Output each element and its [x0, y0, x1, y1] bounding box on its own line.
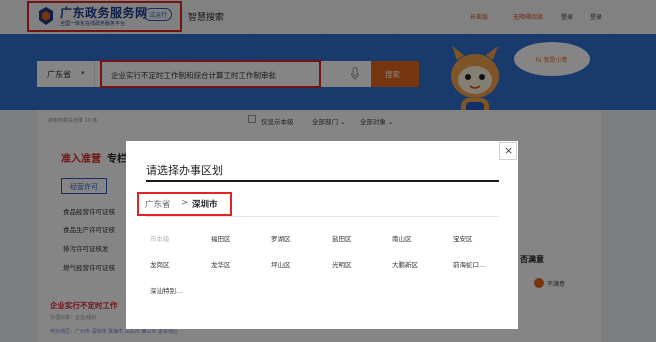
district-option[interactable]: 罗湖区 [271, 233, 291, 243]
close-button[interactable]: × [499, 142, 517, 160]
title-divider [146, 180, 499, 182]
district-option[interactable]: 光明区 [332, 259, 352, 269]
district-option[interactable]: 前海蛇口... [453, 259, 485, 269]
district-option[interactable]: 坪山区 [271, 259, 291, 269]
district-option[interactable]: 盐田区 [332, 233, 352, 243]
district-option[interactable]: 深汕特别... [150, 285, 182, 295]
close-icon: × [504, 144, 514, 157]
district-option-city-level: 市本级 [150, 235, 170, 243]
district-option[interactable]: 福田区 [211, 233, 231, 243]
district-option[interactable]: 大鹏新区 [392, 259, 418, 269]
chevron-right-icon: > [181, 198, 189, 208]
district-option[interactable]: 龙岗区 [150, 259, 170, 269]
modal-title: 请选择办事区划 [146, 164, 223, 177]
district-option[interactable]: 龙华区 [211, 259, 231, 269]
breadcrumb-province[interactable]: 广东省 [145, 198, 171, 210]
breadcrumb-city: 深圳市 [192, 200, 218, 210]
breadcrumb-divider [146, 216, 499, 217]
district-option[interactable]: 南山区 [392, 233, 412, 243]
district-option[interactable]: 宝安区 [453, 233, 473, 243]
